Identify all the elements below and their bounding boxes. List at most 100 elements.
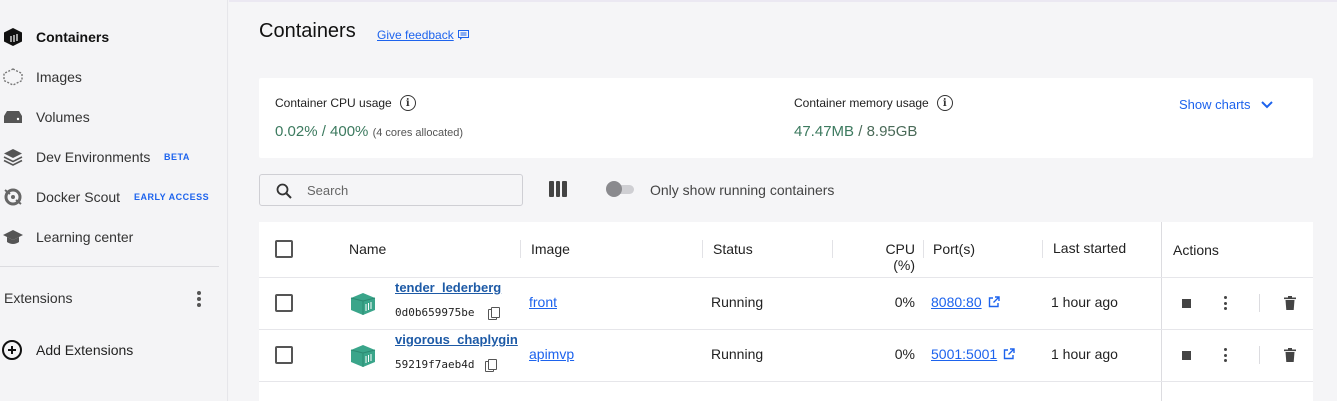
early-access-badge: EARLY ACCESS — [134, 192, 210, 202]
add-circle-icon — [2, 340, 22, 360]
sidebar-item-images[interactable]: Images — [0, 60, 228, 94]
dot-icon — [197, 303, 201, 307]
memory-total: 8.95GB — [866, 123, 918, 140]
dot-icon — [197, 297, 201, 301]
sidebar-item-dev-environments[interactable]: Dev Environments BETA — [0, 140, 228, 174]
running-only-label: Only show running containers — [650, 182, 835, 198]
toggle-thumb — [606, 181, 622, 197]
column-bar — [549, 181, 554, 197]
memory-used: 47.47MB — [794, 123, 855, 140]
add-extensions-label: Add Extensions — [36, 342, 134, 358]
row-menu-button[interactable] — [1222, 296, 1228, 310]
images-icon — [1, 65, 25, 89]
learning-center-icon — [1, 225, 25, 249]
sidebar-item-containers[interactable]: Containers — [0, 20, 228, 54]
row-divider — [259, 381, 1313, 382]
row-checkbox[interactable] — [275, 346, 293, 364]
last-started: 1 hour ago — [1051, 294, 1118, 310]
top-border — [229, 0, 1337, 2]
port-label: 5001:5001 — [931, 346, 998, 362]
container-name-link[interactable]: vigorous_chaplygin — [395, 332, 518, 347]
copy-icon[interactable] — [488, 307, 500, 320]
select-all-checkbox[interactable] — [275, 240, 293, 258]
dot-icon — [1223, 307, 1227, 310]
container-name-link[interactable]: tender_lederberg — [395, 280, 501, 295]
sidebar-item-label: Images — [36, 69, 82, 85]
sidebar-item-volumes[interactable]: Volumes — [0, 100, 228, 134]
dot-icon — [1223, 348, 1227, 351]
info-icon[interactable]: i — [399, 95, 416, 111]
beta-badge: BETA — [164, 152, 190, 162]
chevron-down-icon — [1260, 100, 1273, 108]
sidebar-item-label: Volumes — [36, 109, 90, 125]
column-picker-button[interactable] — [549, 181, 568, 197]
column-header-image[interactable]: Image — [531, 241, 570, 257]
column-header-status[interactable]: Status — [713, 241, 753, 257]
stop-button[interactable] — [1179, 296, 1193, 310]
dot-icon — [1223, 359, 1227, 362]
sidebar: Containers Images Volumes Dev Environmen… — [0, 0, 228, 401]
give-feedback-label: Give feedback — [377, 28, 454, 42]
sidebar-item-label: Docker Scout — [36, 189, 121, 205]
volumes-icon — [1, 105, 25, 129]
dot-icon — [1223, 301, 1227, 305]
status-text: Running — [711, 294, 764, 310]
image-link[interactable]: apimvp — [529, 346, 574, 362]
trash-icon[interactable] — [1284, 348, 1296, 362]
cpu-value: 0% — [894, 294, 915, 310]
containers-icon — [1, 25, 25, 49]
memory-separator: / — [854, 123, 867, 140]
memory-usage-label: Container memory usage — [794, 96, 929, 110]
running-only-toggle[interactable] — [606, 181, 636, 197]
trash-icon[interactable] — [1284, 296, 1296, 310]
cpu-usage-number: 0.02% / 400% — [275, 123, 369, 140]
table-row[interactable]: vigorous_chaplygin 59219f7aeb4d apimvp R… — [259, 329, 1313, 381]
cpu-value: 0% — [894, 346, 915, 362]
row-checkbox[interactable] — [275, 294, 293, 312]
image-link[interactable]: front — [529, 294, 557, 310]
containers-table: Name Image Status CPU (%) Port(s) Last s… — [259, 222, 1313, 401]
sidebar-item-docker-scout[interactable]: Docker Scout EARLY ACCESS — [0, 180, 228, 214]
column-header-name[interactable]: Name — [349, 241, 386, 257]
add-extensions-button[interactable]: Add Extensions — [0, 338, 200, 364]
column-separator — [832, 240, 833, 258]
search-placeholder: Search — [307, 183, 349, 198]
main-content: Containers Give feedback Container CPU u… — [229, 0, 1337, 401]
stop-icon — [1181, 298, 1191, 308]
show-charts-button[interactable]: Show charts — [1179, 97, 1273, 112]
search-input[interactable]: Search — [259, 174, 523, 206]
column-bar — [555, 181, 561, 197]
port-link[interactable]: 8080:80 — [931, 294, 1000, 310]
external-link-icon — [988, 296, 1000, 308]
info-icon[interactable]: i — [936, 95, 953, 111]
give-feedback-link[interactable]: Give feedback — [377, 28, 469, 42]
container-icon — [350, 345, 376, 367]
memory-usage-title: Container memory usage i — [794, 95, 953, 111]
dev-environments-icon — [1, 145, 25, 169]
dot-icon — [1223, 353, 1227, 357]
cpu-usage-value: 0.02% / 400% (4 cores allocated) — [275, 123, 463, 140]
column-header-last-started[interactable]: Last started — [1053, 240, 1126, 256]
column-header-ports[interactable]: Port(s) — [933, 241, 975, 257]
sidebar-divider — [0, 266, 219, 267]
cpu-cores-note: (4 cores allocated) — [372, 127, 464, 139]
usage-card: Container CPU usage i 0.02% / 400% (4 co… — [259, 78, 1313, 158]
port-link[interactable]: 5001:5001 — [931, 346, 1015, 362]
row-menu-button[interactable] — [1222, 348, 1228, 362]
show-charts-label: Show charts — [1179, 97, 1251, 112]
stop-button[interactable] — [1179, 348, 1193, 362]
column-separator — [923, 240, 924, 258]
copy-icon[interactable] — [485, 359, 497, 372]
page-title: Containers — [259, 20, 356, 42]
container-id: 0d0b659975be — [395, 306, 475, 319]
docker-scout-icon — [1, 185, 25, 209]
extensions-label: Extensions — [4, 290, 73, 306]
stop-icon — [1181, 350, 1191, 360]
column-separator — [1042, 240, 1043, 258]
extensions-menu-button[interactable] — [190, 289, 208, 309]
memory-usage-value: 47.47MB / 8.95GB — [794, 123, 917, 140]
external-link-icon — [1003, 348, 1015, 360]
table-row[interactable]: tender_lederberg 0d0b659975be front Runn… — [259, 277, 1313, 329]
column-header-cpu[interactable]: CPU (%) — [860, 241, 915, 273]
sidebar-item-learning-center[interactable]: Learning center — [0, 220, 228, 254]
